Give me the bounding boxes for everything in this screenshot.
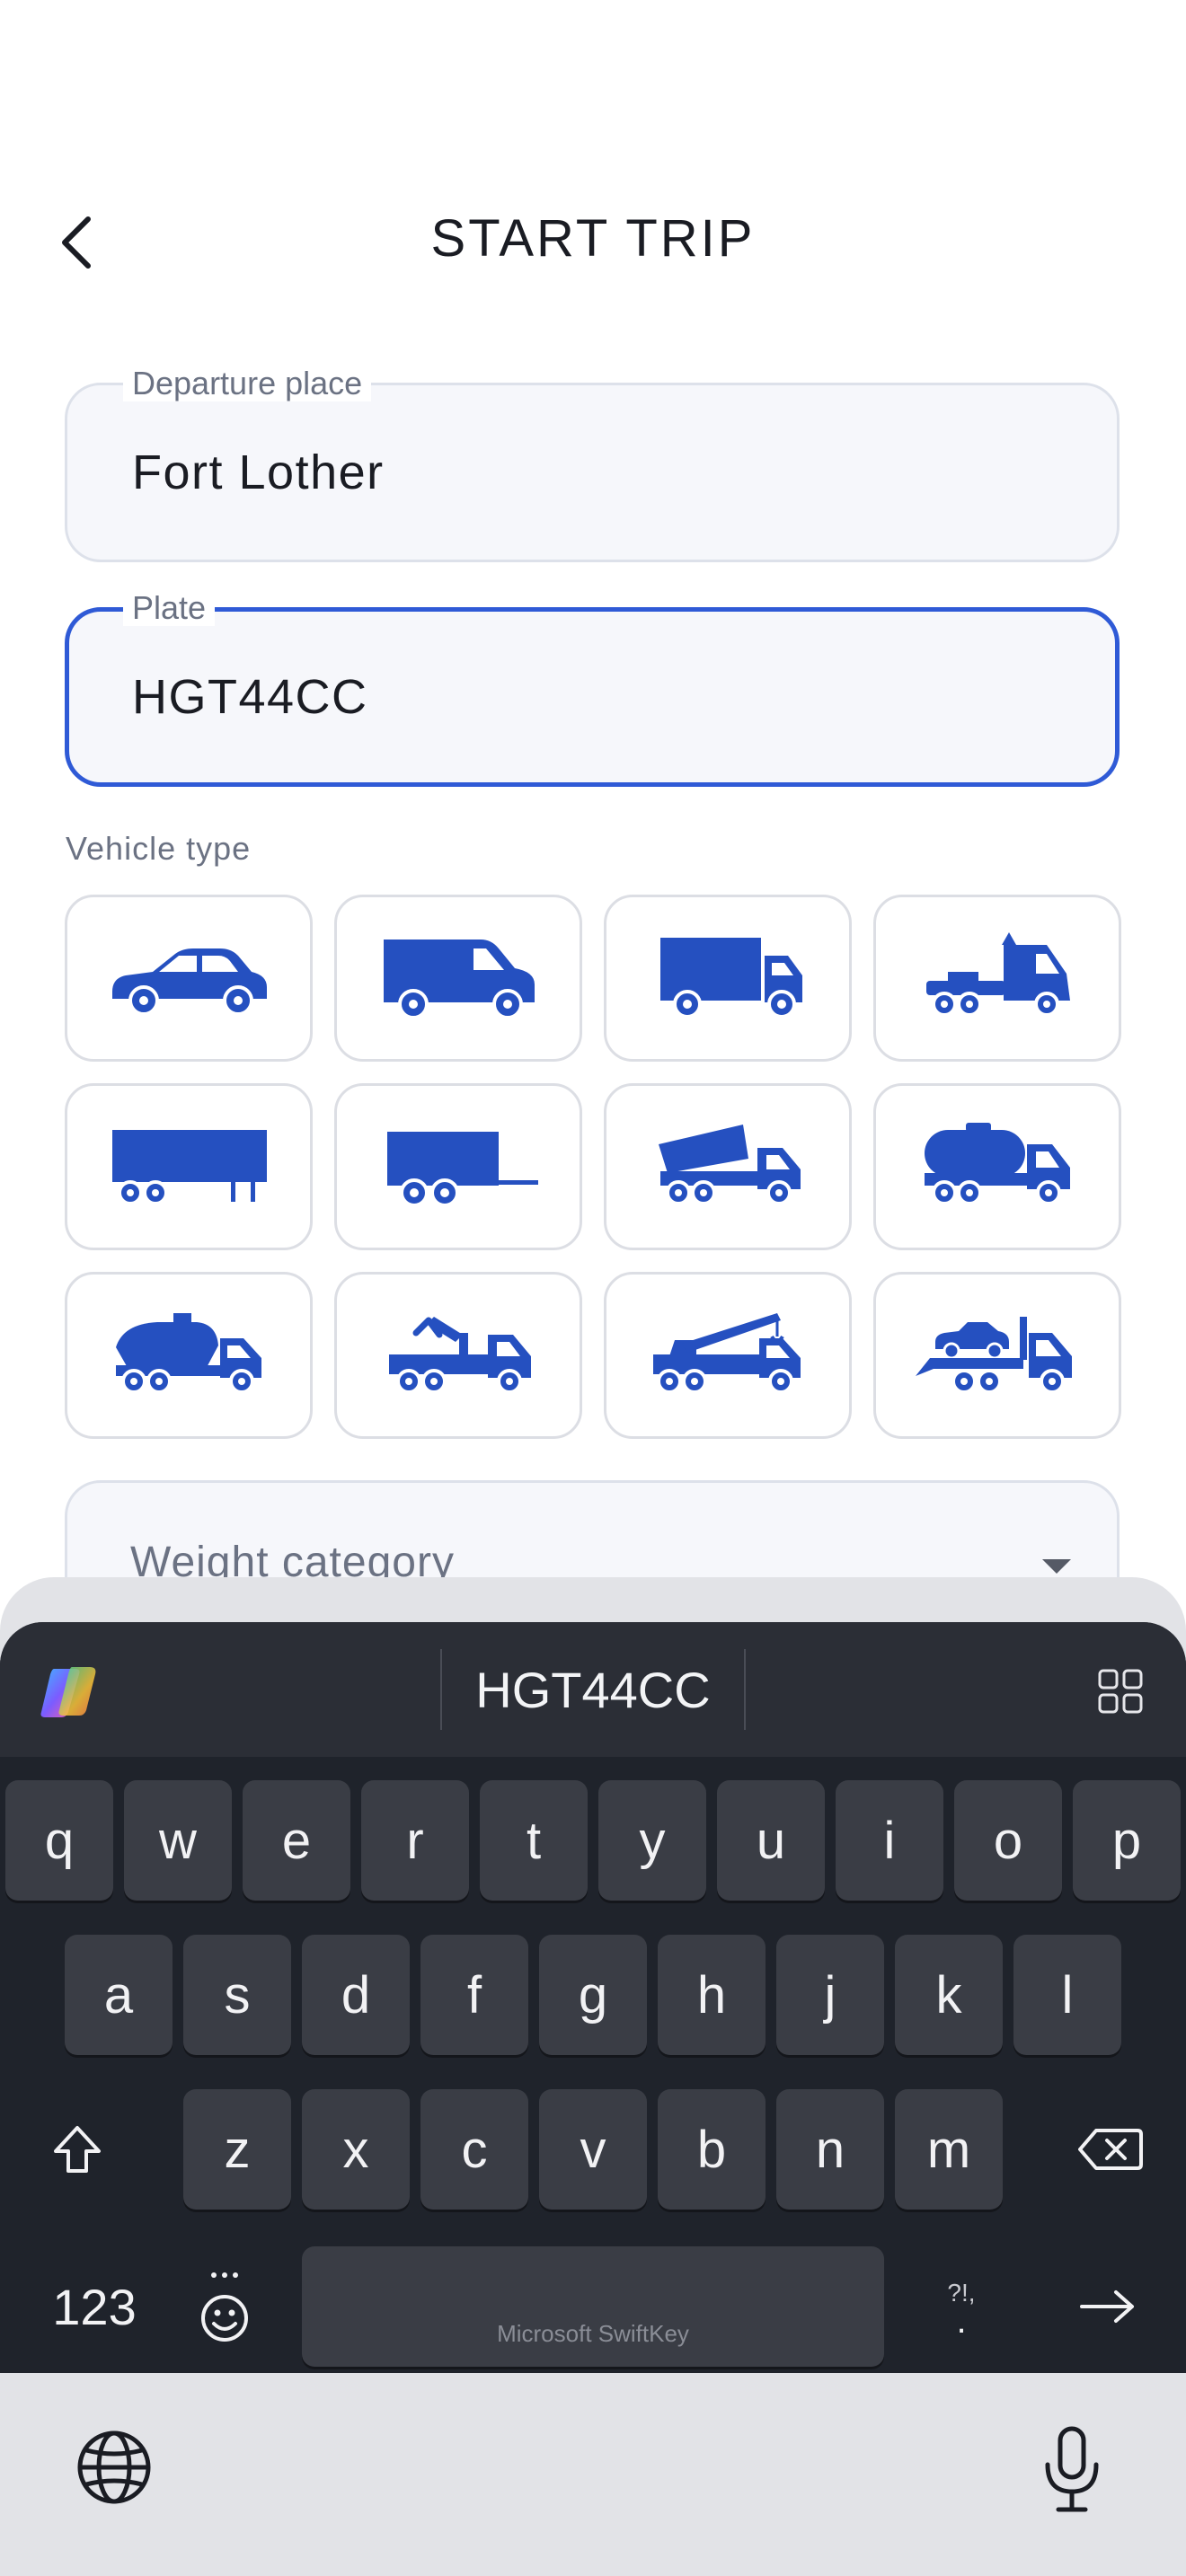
key-d[interactable]: d xyxy=(302,1935,410,2055)
key-h[interactable]: h xyxy=(658,1935,766,2055)
microphone-icon xyxy=(1045,2426,1099,2512)
plate-value: HGT44CC xyxy=(132,670,368,724)
trailer-icon xyxy=(387,1132,538,1207)
key-e[interactable]: e xyxy=(243,1780,350,1901)
key-y[interactable]: y xyxy=(598,1780,706,1901)
key-j[interactable]: j xyxy=(776,1935,884,2055)
key-w[interactable]: w xyxy=(124,1780,232,1901)
box-truck-icon xyxy=(660,938,802,1019)
key-u[interactable]: u xyxy=(717,1780,825,1901)
key-l[interactable]: l xyxy=(1013,1935,1121,2055)
vehicle-dump-truck-button[interactable] xyxy=(604,1083,852,1250)
globe-button[interactable] xyxy=(75,2429,153,2506)
key-r[interactable]: r xyxy=(361,1780,469,1901)
key-q[interactable]: q xyxy=(5,1780,113,1901)
vehicle-type-label: Vehicle type xyxy=(66,830,252,867)
keyboard: HGT44CC q w e r t y u i o p a s d f g h … xyxy=(0,1622,1186,2373)
enter-key[interactable] xyxy=(1060,2246,1154,2367)
emoji-key[interactable] xyxy=(180,2240,270,2373)
space-bar-label: Microsoft SwiftKey xyxy=(497,2320,689,2347)
grid-icon[interactable] xyxy=(1098,1669,1143,1714)
key-b[interactable]: b xyxy=(658,2089,766,2210)
crane-truck-icon xyxy=(653,1313,801,1394)
key-k[interactable]: k xyxy=(895,1935,1003,2055)
key-f[interactable]: f xyxy=(420,1935,528,2055)
vehicle-car-button[interactable] xyxy=(65,895,313,1062)
keyboard-suggestion-bar: HGT44CC xyxy=(0,1622,1186,1757)
vehicle-tractor-unit-button[interactable] xyxy=(873,895,1121,1062)
key-n[interactable]: n xyxy=(776,2089,884,2210)
semi-trailer-icon xyxy=(112,1130,267,1205)
punctuation-key[interactable]: ?!, . xyxy=(916,2246,1006,2367)
chevron-down-icon xyxy=(1042,1559,1071,1574)
page-title: START TRIP xyxy=(430,209,756,268)
enter-arrow-icon xyxy=(1080,2290,1134,2323)
grapple-truck-icon xyxy=(389,1317,531,1394)
departure-place-value: Fort Lother xyxy=(132,446,385,499)
tow-truck-icon xyxy=(916,1317,1072,1394)
key-x[interactable]: x xyxy=(302,2089,410,2210)
key-m[interactable]: m xyxy=(895,2089,1003,2210)
vehicle-crane-truck-button[interactable] xyxy=(604,1272,852,1439)
globe-icon xyxy=(77,2430,151,2504)
copilot-icon[interactable] xyxy=(36,1665,101,1719)
shift-icon xyxy=(54,2126,101,2173)
van-icon xyxy=(384,940,535,1019)
backspace-key[interactable] xyxy=(1066,2089,1155,2210)
key-z[interactable]: z xyxy=(183,2089,291,2210)
bulk-tanker-icon xyxy=(116,1313,261,1394)
backspace-icon xyxy=(1078,2129,1143,2170)
vehicle-box-truck-button[interactable] xyxy=(604,895,852,1062)
key-t[interactable]: t xyxy=(480,1780,588,1901)
key-c[interactable]: c xyxy=(420,2089,528,2210)
vehicle-grapple-truck-button[interactable] xyxy=(334,1272,582,1439)
vehicle-semi-trailer-button[interactable] xyxy=(65,1083,313,1250)
key-p[interactable]: p xyxy=(1073,1780,1181,1901)
vehicle-bulk-tanker-button[interactable] xyxy=(65,1272,313,1439)
vehicle-tow-truck-button[interactable] xyxy=(873,1272,1121,1439)
suggestion-chip[interactable]: HGT44CC xyxy=(442,1622,744,1757)
space-bar[interactable]: Microsoft SwiftKey xyxy=(302,2246,884,2367)
car-icon xyxy=(112,948,267,1016)
plate-field[interactable]: Plate HGT44CC xyxy=(65,590,1120,787)
vehicle-type-grid xyxy=(65,895,1121,1439)
key-i[interactable]: i xyxy=(836,1780,943,1901)
numbers-key[interactable]: 123 xyxy=(27,2246,162,2367)
key-a[interactable]: a xyxy=(65,1935,173,2055)
vehicle-tanker-truck-button[interactable] xyxy=(873,1083,1121,1250)
microphone-button[interactable] xyxy=(1040,2425,1103,2515)
tanker-truck-icon xyxy=(925,1123,1070,1205)
punctuation-key-bottom: . xyxy=(956,2301,967,2341)
shift-key[interactable] xyxy=(32,2089,122,2210)
departure-place-field[interactable]: Departure place Fort Lother xyxy=(65,366,1120,562)
key-v[interactable]: v xyxy=(539,2089,647,2210)
emoji-icon xyxy=(201,2272,248,2342)
vehicle-van-button[interactable] xyxy=(334,895,582,1062)
key-g[interactable]: g xyxy=(539,1935,647,2055)
dump-truck-icon xyxy=(659,1125,801,1205)
key-s[interactable]: s xyxy=(183,1935,291,2055)
tractor-unit-icon xyxy=(926,932,1070,1017)
vehicle-trailer-button[interactable] xyxy=(334,1083,582,1250)
key-o[interactable]: o xyxy=(954,1780,1062,1901)
